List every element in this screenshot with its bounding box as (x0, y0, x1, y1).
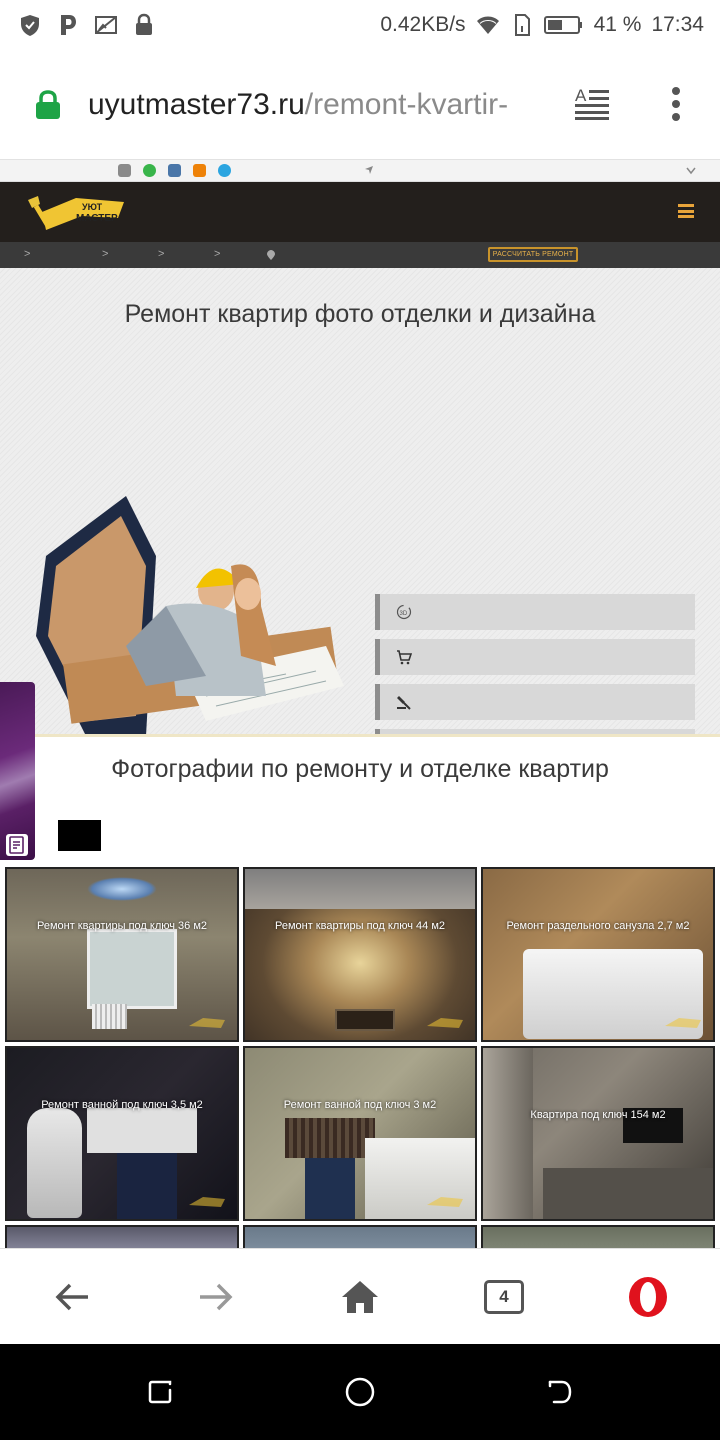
photo-tile[interactable]: Ремонт раздельного санузла 2,7 м2 (481, 867, 715, 1042)
builders-with-blueprint-image (36, 496, 344, 736)
url-text[interactable]: uyutmaster73.ru/remont-kvartir- (88, 88, 548, 122)
url-path: /remont-kvartir- (304, 87, 509, 121)
side-widget-tab[interactable] (0, 682, 35, 860)
photo-tile[interactable]: Ремонт квартиры под ключ 44 м2 (243, 867, 477, 1042)
watermark-logo (189, 1018, 225, 1028)
photo-tile[interactable]: Ремонт ванной под ключ 3 м2 (243, 1046, 477, 1221)
home-circle-icon[interactable] (344, 1376, 376, 1408)
whatsapp-icon[interactable] (143, 164, 156, 177)
breadcrumb-separator[interactable]: > (24, 248, 30, 260)
breadcrumb-bar: > > > > РАССЧИТАТЬ РЕМОНТ (0, 242, 720, 268)
hero-section: Ремонт квартир фото отделки и дизайна 3D (0, 268, 720, 810)
photo-caption: Ремонт ванной под ключ 3 м2 (283, 1099, 437, 1111)
reader-mode-icon[interactable]: A (574, 86, 610, 120)
watermark-logo (427, 1197, 463, 1207)
photo-tile[interactable]: Квартира под ключ 154 м2 (481, 1046, 715, 1221)
network-speed: 0.42KB/s (380, 13, 466, 36)
3d-icon: 3D (396, 604, 412, 620)
watermark-logo (189, 1197, 225, 1207)
parking-icon (61, 15, 76, 35)
wifi-icon (476, 16, 499, 34)
sim-icon (514, 14, 530, 36)
home-icon (342, 1281, 378, 1313)
address-bar[interactable]: uyutmaster73.ru/remont-kvartir- A (0, 50, 720, 160)
photo-tile[interactable] (481, 1225, 715, 1248)
photo-tile[interactable]: Ремонт ванной под ключ 3,5 м2 (5, 1046, 239, 1221)
forward-button[interactable] (194, 1275, 238, 1319)
breadcrumb-separator[interactable]: > (102, 248, 108, 260)
phone-screen: 0.42KB/s 41 % 17:34 uyutmaster73.ru/remo… (0, 0, 720, 1440)
breadcrumb-separator[interactable]: > (214, 248, 220, 260)
recents-icon[interactable] (144, 1376, 176, 1408)
opera-logo-icon (629, 1277, 667, 1317)
cart-icon (397, 650, 412, 665)
service-menu-item-hammer[interactable] (375, 684, 695, 720)
site-logo[interactable]: УЮТ МАСТЕР (26, 192, 126, 232)
photo-caption: Ремонт ванной под ключ 3,5 м2 (41, 1099, 203, 1111)
watermark-logo (665, 1018, 701, 1028)
service-menu-item-cart[interactable] (375, 639, 695, 675)
clock: 17:34 (651, 13, 704, 36)
photo-tile[interactable]: Ремонт квартиры под ключ 36 м2 (5, 867, 239, 1042)
odnoklassniki-icon[interactable] (193, 164, 206, 177)
photos-title: Фотографии по ремонту и отделке квартир (111, 755, 609, 783)
browser-nav-bar: 4 (0, 1248, 720, 1344)
hero-title: Ремонт квартир фото отделки и дизайна (124, 300, 596, 328)
back-system-icon[interactable] (544, 1376, 576, 1408)
status-bar: 0.42KB/s 41 % 17:34 (0, 0, 720, 50)
battery-percent: 41 % (593, 13, 642, 36)
map-pin-icon[interactable] (267, 250, 275, 260)
chevron-down-icon[interactable] (686, 167, 696, 175)
arrow-left-icon (55, 1283, 88, 1311)
battery-icon (543, 16, 582, 34)
arrow-right-icon (200, 1283, 233, 1311)
location-arrow-icon (365, 166, 373, 174)
service-menu-item-3d[interactable]: 3D (375, 594, 695, 630)
photo-caption: Ремонт квартиры под ключ 44 м2 (274, 920, 446, 932)
shield-icon (21, 15, 39, 36)
image-crossed-icon (95, 16, 117, 34)
vk-icon[interactable] (168, 164, 181, 177)
web-content[interactable]: УЮТ МАСТЕР > > > > РАССЧИТАТЬ РЕМОНТ Рем… (0, 160, 720, 1248)
system-nav-bar (0, 1344, 720, 1440)
black-block (58, 820, 101, 851)
note-icon[interactable] (6, 834, 28, 856)
tab-count: 4 (484, 1280, 524, 1314)
photo-caption: Ремонт квартиры под ключ 36 м2 (36, 920, 208, 932)
secure-lock-icon (36, 89, 60, 119)
url-domain: uyutmaster73.ru (88, 87, 305, 121)
logo-line1: УЮТ (82, 202, 103, 212)
email-icon[interactable] (118, 164, 131, 177)
svg-text:3D: 3D (400, 611, 408, 617)
telegram-icon[interactable] (218, 164, 231, 177)
breadcrumb-separator[interactable]: > (158, 248, 164, 260)
photo-tile[interactable] (5, 1225, 239, 1248)
photo-caption: Ремонт раздельного санузла 2,7 м2 (506, 920, 690, 932)
calculate-repair-button[interactable]: РАССЧИТАТЬ РЕМОНТ (488, 247, 578, 262)
photo-tile[interactable] (243, 1225, 477, 1248)
tabs-button[interactable]: 4 (482, 1275, 526, 1319)
opera-menu-button[interactable] (626, 1275, 670, 1319)
photos-section: Фотографии по ремонту и отделке квартир … (0, 734, 720, 1248)
back-button[interactable] (50, 1275, 94, 1319)
social-strip (0, 160, 720, 182)
hamburger-menu-icon[interactable] (678, 204, 694, 218)
hammer-icon (397, 696, 411, 710)
watermark-logo (427, 1018, 463, 1028)
site-header: УЮТ МАСТЕР (0, 182, 720, 242)
more-menu-icon[interactable] (670, 86, 682, 122)
svg-text:A: A (575, 86, 587, 105)
logo-line2: МАСТЕР (76, 213, 118, 224)
home-button[interactable] (338, 1275, 382, 1319)
photo-caption: Квартира под ключ 154 м2 (530, 1109, 666, 1121)
lock-status-icon (136, 13, 152, 35)
